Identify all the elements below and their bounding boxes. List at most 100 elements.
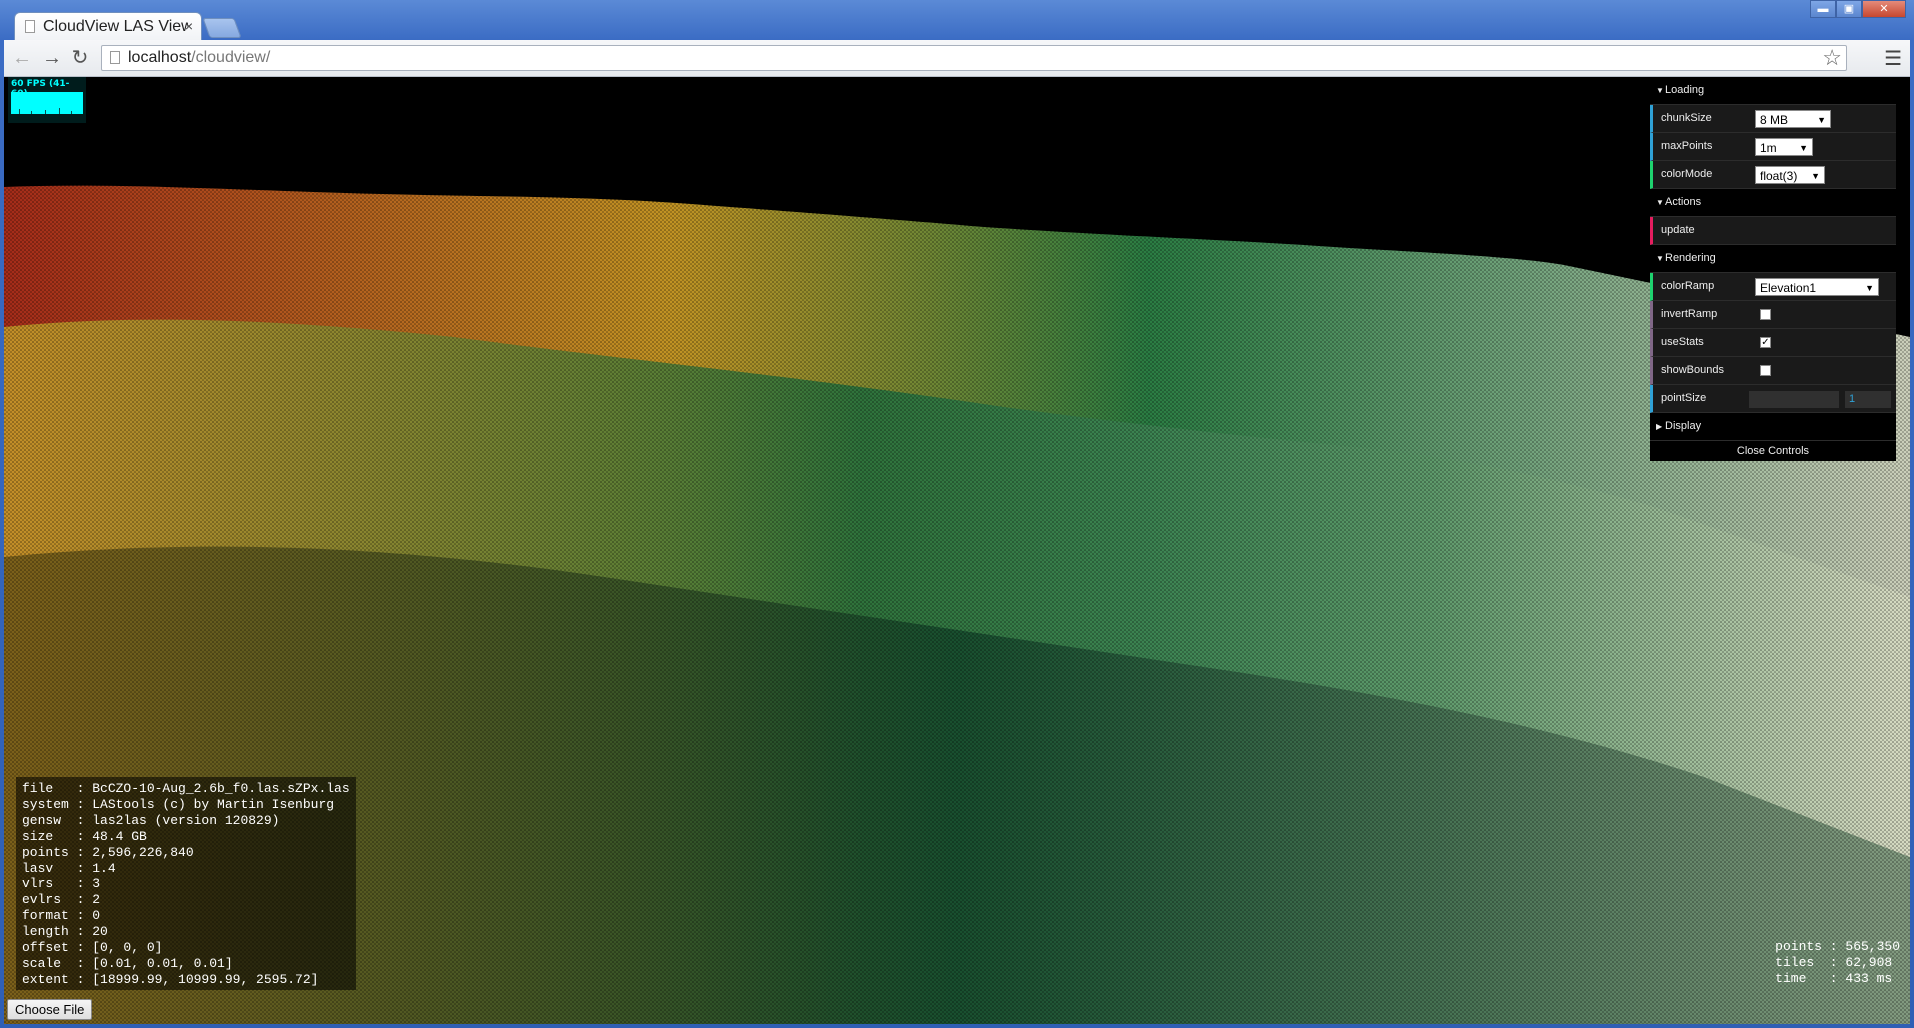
system-line: system : LAStools (c) by Martin Isenburg — [22, 796, 335, 812]
length-value: 20 — [92, 924, 108, 940]
folder-loading[interactable]: ▼ Loading — [1650, 77, 1896, 105]
caret-right-icon: ▶ — [1656, 422, 1663, 431]
caret-down-icon: ▼ — [1656, 86, 1664, 95]
stats-time-line: time : 433 ms — [1775, 970, 1893, 986]
address-bar[interactable]: localhost/cloudview/ ☆ — [101, 45, 1847, 71]
reload-icon[interactable]: ↻ — [68, 46, 92, 70]
tab-title: CloudView LAS View — [43, 18, 188, 35]
render-stats: points : 565,350 tiles : 62,908 time : 433… — [1775, 939, 1900, 987]
page-icon — [110, 51, 120, 64]
minimize-button[interactable]: ▬ — [1810, 0, 1836, 18]
close-window-button[interactable]: ✕ — [1862, 0, 1906, 18]
colorramp-value: Elevation1 — [1760, 281, 1817, 295]
showbounds-label: showBounds — [1661, 364, 1724, 376]
stats-points-value: 565,350 — [1845, 939, 1900, 954]
folder-display[interactable]: ▶ Display — [1650, 413, 1896, 441]
folder-actions-title: Actions — [1665, 196, 1702, 208]
new-tab-button[interactable] — [202, 18, 242, 38]
fps-graph — [11, 92, 83, 114]
pointsize-label: pointSize — [1661, 392, 1707, 404]
invertramp-row: invertRamp — [1650, 301, 1896, 329]
browser-window: CloudView LAS View × ▬ ▣ ✕ ← → ↻ localho… — [0, 0, 1914, 1028]
stats-tiles-value: 62,908 — [1845, 954, 1893, 970]
showbounds-checkbox[interactable] — [1760, 365, 1771, 376]
size-line: size : 48.4 GB — [22, 828, 147, 844]
folder-actions[interactable]: ▼ Actions — [1650, 189, 1896, 217]
select-arrow-icon: ▼ — [1811, 171, 1820, 181]
maxpoints-select[interactable]: 1m ▼ — [1755, 138, 1813, 156]
vlrs-value: 3 — [92, 876, 101, 892]
folder-loading-title: Loading — [1665, 84, 1705, 96]
pointsize-slider[interactable] — [1749, 391, 1839, 408]
select-arrow-icon: ▼ — [1799, 143, 1808, 153]
url-path: /cloudview/ — [191, 49, 271, 66]
file-line: file : BcCZO-10-Aug_2.6b_f0.las.sZPx.las — [22, 781, 350, 796]
folder-rendering-title: Rendering — [1665, 252, 1716, 264]
points-value: 2,596,226,840 — [92, 844, 194, 860]
maxpoints-row: maxPoints 1m ▼ — [1650, 133, 1896, 161]
length-line: length : 20 — [22, 924, 108, 940]
maxpoints-value: 1m — [1760, 141, 1777, 155]
chunksize-value: 8 MB — [1760, 113, 1789, 127]
point-cloud-viewport[interactable]: 60 FPS (41-60) ▼Loading chunkSize 8 MB▼ … — [4, 77, 1910, 1024]
maxpoints-label: maxPoints — [1661, 140, 1713, 152]
lasv-line: lasv : 1.4 — [22, 860, 116, 876]
extent-line: extent : [18999.99, 10999.99, 2595.72] — [22, 971, 319, 987]
offset-line: offset : [0, 0, 0] — [22, 940, 163, 956]
bookmark-star-icon[interactable]: ☆ — [1822, 45, 1842, 71]
stats-points-line: points : 565,350 — [1775, 939, 1900, 954]
size-value: 48.4 GB — [92, 828, 147, 844]
controls-panel: ▼ Loading chunkSize 8 MB ▼ maxPoints 1m ▼ c… — [1650, 77, 1896, 461]
choose-file-button[interactable]: Choose File — [7, 999, 93, 1020]
evlrs-line: evlrs : 2 — [22, 892, 101, 908]
url-host: localhost — [128, 49, 192, 66]
points-line: points : 2,596,226,840 — [22, 844, 194, 860]
menu-icon[interactable]: ☰ — [1884, 46, 1902, 71]
colormode-select[interactable]: float(3) ▼ — [1755, 166, 1825, 184]
url-text: localhost/cloudview/ — [128, 49, 270, 67]
fps-meter[interactable]: 60 FPS (41-60) — [8, 77, 86, 123]
usestats-row: useStats ✓ — [1650, 329, 1896, 357]
scale-line: scale : [0.01, 0.01, 0.01] — [22, 955, 233, 971]
folder-rendering[interactable]: ▼ Rendering — [1650, 245, 1896, 273]
usestats-label: useStats — [1661, 336, 1704, 348]
update-button[interactable]: update — [1650, 217, 1896, 245]
evlrs-value: 2 — [92, 892, 101, 908]
extent-value: [18999.99, 10999.99, 2595.72] — [92, 971, 319, 987]
chunksize-label: chunkSize — [1661, 112, 1712, 124]
close-controls-button[interactable]: Close Controls — [1650, 441, 1896, 461]
browser-toolbar: ← → ↻ localhost/cloudview/ ☆ ☰ — [4, 40, 1910, 77]
chunksize-row: chunkSize 8 MB ▼ — [1650, 105, 1896, 133]
colormode-row: colorMode float(3) ▼ — [1650, 161, 1896, 189]
stats-time-value: 433 ms — [1845, 970, 1893, 986]
invertramp-checkbox[interactable] — [1760, 309, 1771, 320]
lasv-value: 1.4 — [92, 860, 116, 876]
gensw-line: gensw : las2las (version 120829) — [22, 812, 280, 828]
folder-display-title: Display — [1665, 420, 1702, 432]
scale-value: [0.01, 0.01, 0.01] — [92, 955, 233, 971]
back-arrow-icon[interactable]: ← — [10, 46, 34, 70]
maximize-button[interactable]: ▣ — [1836, 0, 1862, 18]
format-value: 0 — [92, 908, 101, 924]
caret-down-icon: ▼ — [1656, 254, 1664, 263]
file-info-panel: file : BcCZO-10-Aug_2.6b_f0.las.sZPx.las… — [16, 777, 356, 990]
caret-down-icon: ▼ — [1656, 198, 1664, 207]
gensw-value: las2las (version 120829) — [92, 812, 280, 828]
pointsize-row: pointSize 1 — [1650, 385, 1896, 413]
colormode-label: colorMode — [1661, 168, 1713, 180]
colorramp-select[interactable]: Elevation1 ▼ — [1755, 278, 1879, 296]
stats-tiles-line: tiles : 62,908 — [1775, 954, 1893, 970]
select-arrow-icon: ▼ — [1817, 115, 1826, 125]
format-line: format : 0 — [22, 908, 101, 924]
tab-close-icon[interactable]: × — [185, 18, 193, 34]
usestats-checkbox[interactable]: ✓ — [1760, 337, 1771, 348]
page-icon — [25, 20, 35, 33]
pointsize-input[interactable]: 1 — [1845, 391, 1891, 408]
select-arrow-icon: ▼ — [1865, 283, 1874, 293]
offset-value: [0, 0, 0] — [92, 940, 163, 956]
showbounds-row: showBounds — [1650, 357, 1896, 385]
forward-arrow-icon[interactable]: → — [40, 46, 64, 70]
tab-strip: CloudView LAS View × ▬ ▣ ✕ — [0, 0, 1914, 40]
browser-tab[interactable]: CloudView LAS View × — [14, 12, 202, 40]
chunksize-select[interactable]: 8 MB ▼ — [1755, 110, 1831, 128]
